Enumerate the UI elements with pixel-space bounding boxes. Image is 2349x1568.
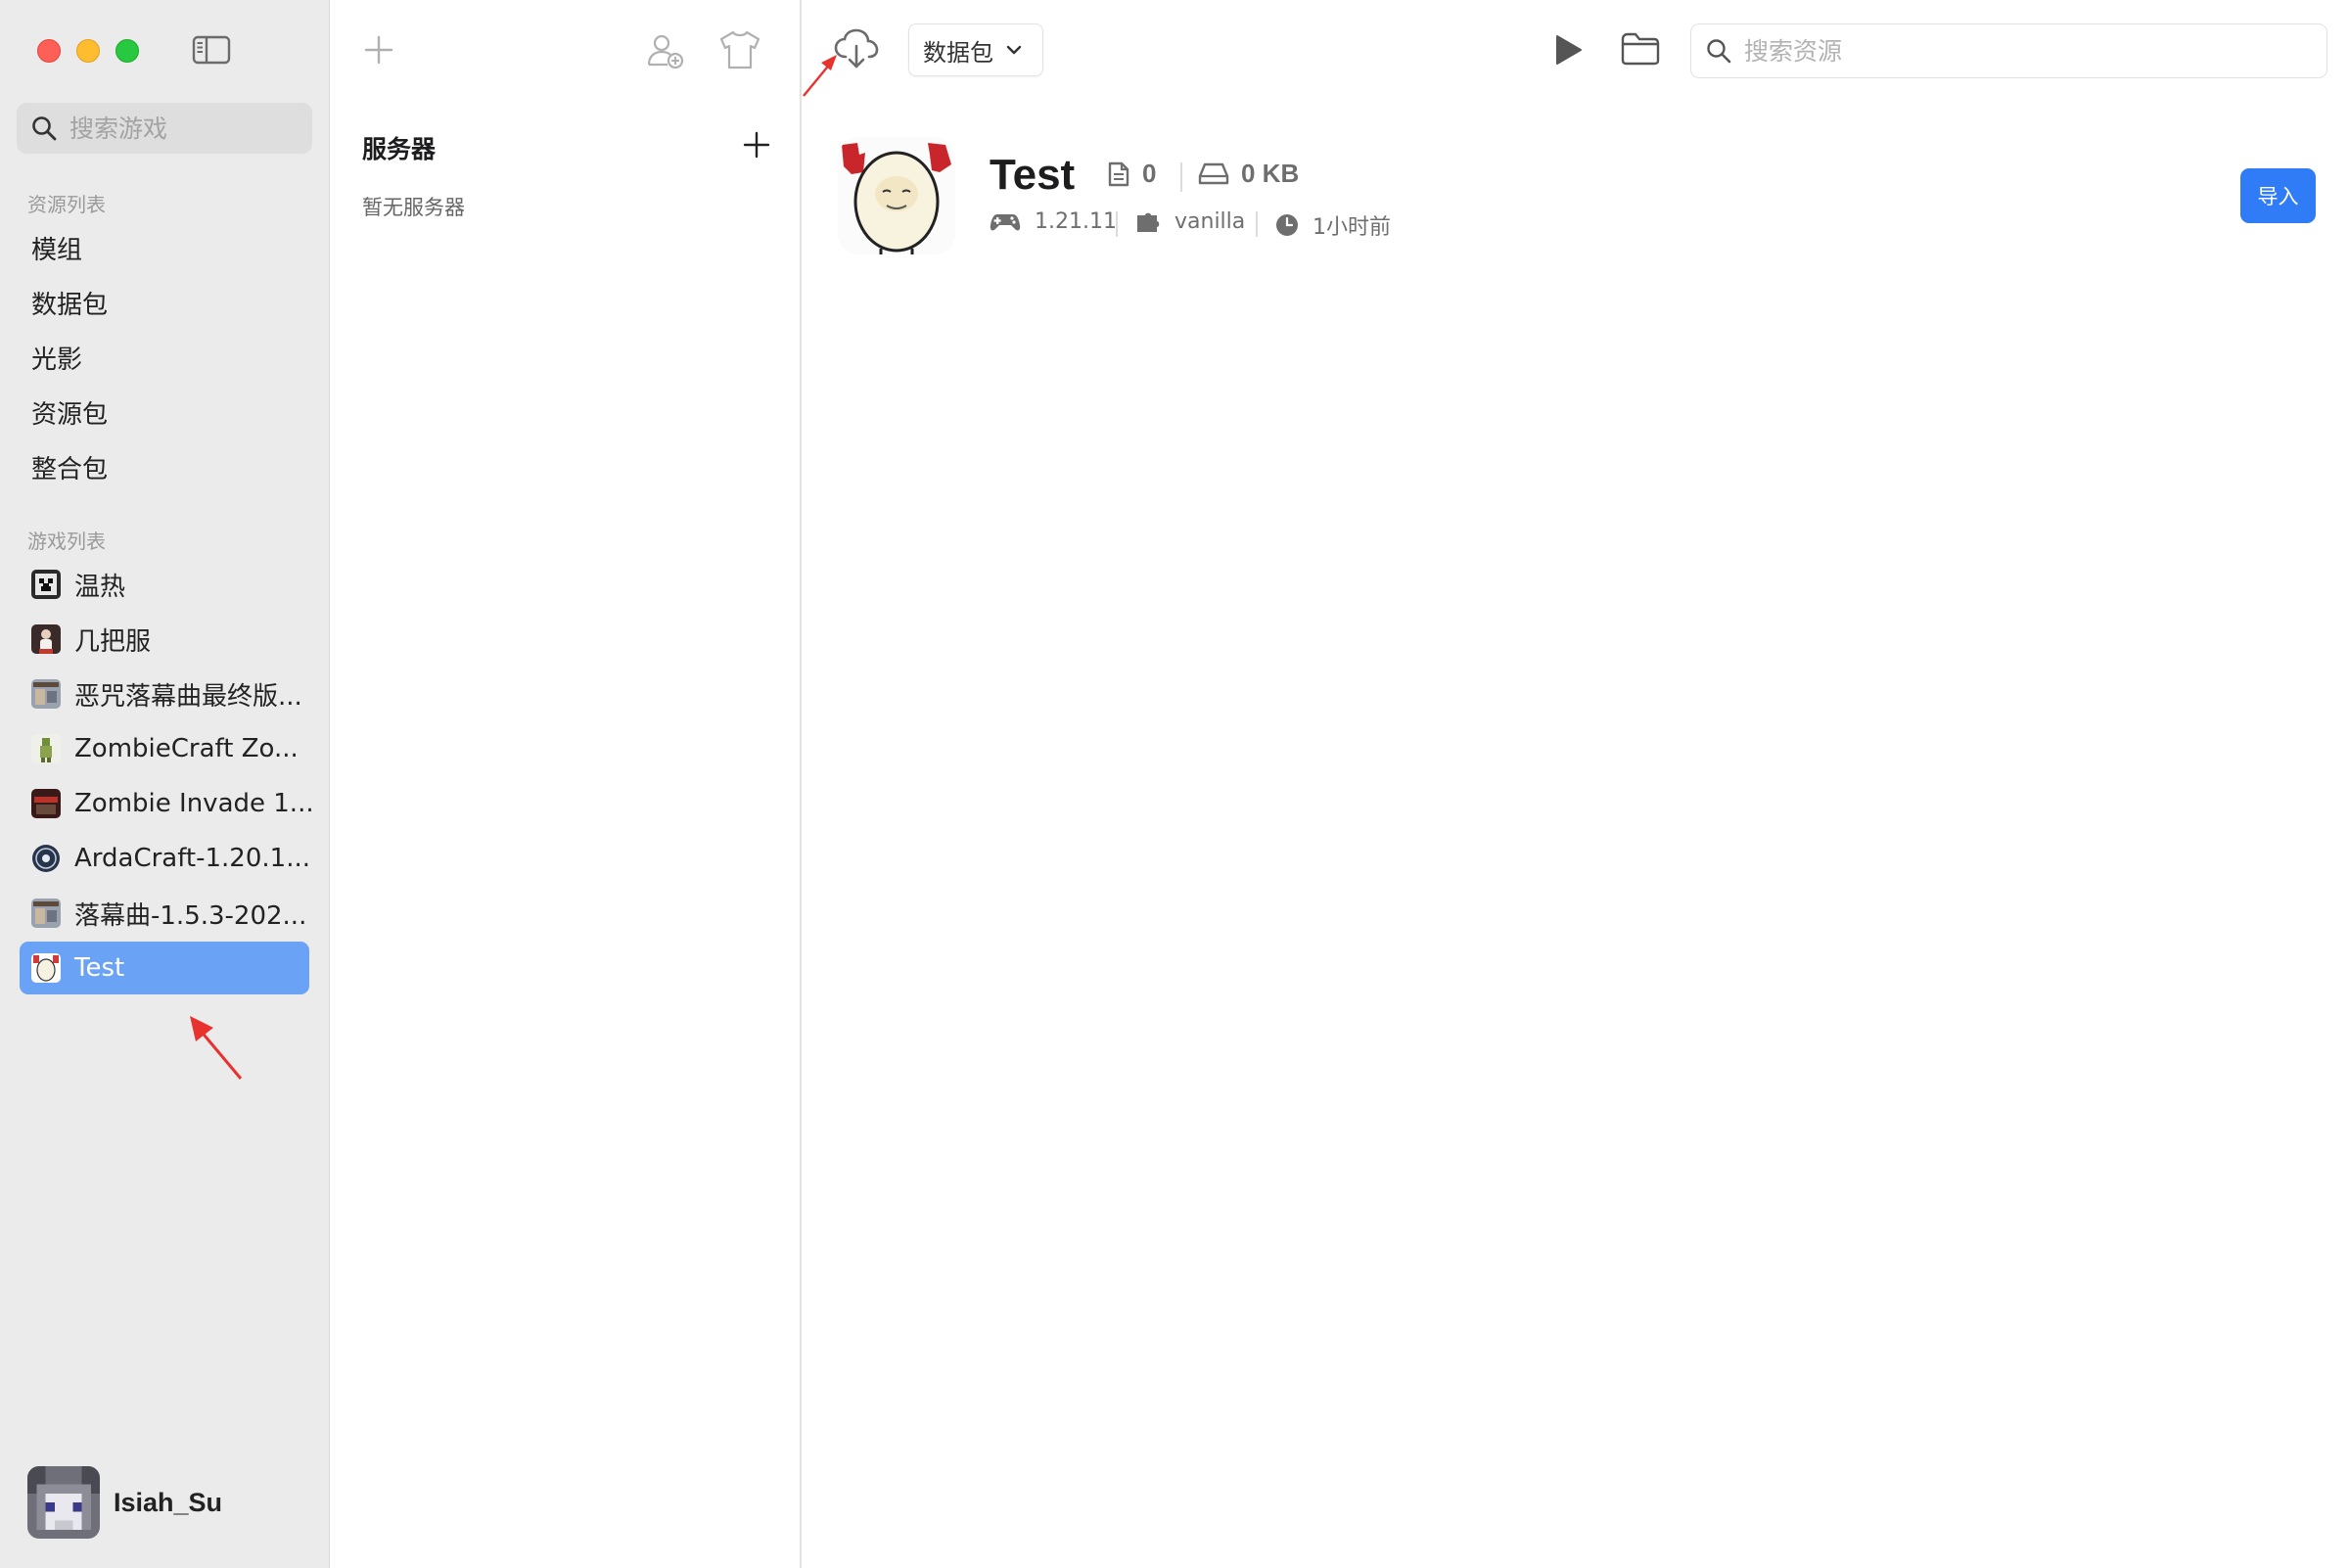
sidebar-item-modpacks[interactable]: 整合包 [20, 440, 311, 493]
servers-title: 服务器 [362, 135, 437, 163]
add-server-icon[interactable] [742, 130, 771, 160]
file-count-value: 0 [1142, 159, 1157, 188]
sidebar-item-label: 数据包 [31, 290, 109, 320]
meta-divider [1116, 211, 1118, 237]
version-meta: 1.21.11 [990, 209, 1117, 234]
sidebar-item-label: 整合包 [31, 454, 109, 484]
last-played-value: 1小时前 [1313, 215, 1391, 240]
skin-shirt-icon[interactable] [717, 29, 762, 70]
puzzle-plugin-icon [1137, 212, 1160, 232]
zombie-icon [31, 734, 61, 763]
modpack-icon [31, 679, 61, 709]
game-icon-egg [838, 137, 955, 254]
game-item-label: 几把服 [74, 626, 152, 657]
game-item-test[interactable]: Test [20, 942, 309, 994]
size-stat: 0 KB [1198, 159, 1299, 189]
version-value: 1.21.11 [1035, 209, 1117, 234]
sidebar-item-mods[interactable]: 模组 [20, 221, 311, 274]
game-item-label: 落幕曲-1.5.3-202... [74, 900, 307, 931]
folder-icon[interactable] [1620, 31, 1661, 67]
figure-icon [31, 624, 61, 654]
file-icon [1108, 161, 1129, 186]
resource-search-input[interactable] [1744, 36, 2292, 66]
sidebar-item-label: 模组 [31, 235, 83, 265]
game-item-ezhou[interactable]: 恶咒落幕曲最终版... [20, 668, 309, 720]
app-window: 资源列表 模组 数据包 光影 资源包 整合包 游戏列表 温热 几把服 [0, 0, 2349, 1568]
game-item-label: Zombie Invade 1... [74, 789, 314, 818]
creeper-icon [31, 570, 61, 599]
egg-icon [31, 953, 61, 983]
games-section-label: 游戏列表 [27, 530, 106, 553]
sidebar-item-label: 光影 [31, 345, 83, 375]
game-search-input[interactable] [69, 114, 295, 143]
meta-divider [1256, 211, 1258, 237]
clock-icon [1276, 214, 1298, 236]
annotation-arrow [803, 55, 837, 97]
user-profile[interactable]: Isiah_Su [27, 1466, 222, 1539]
minimize-window-button[interactable] [76, 39, 100, 63]
username: Isiah_Su [114, 1487, 223, 1517]
sidebar-item-resourcepacks[interactable]: 资源包 [20, 386, 311, 438]
add-account-icon[interactable] [646, 31, 685, 70]
game-item-jibafu[interactable]: 几把服 [20, 613, 309, 666]
size-value: 0 KB [1241, 159, 1300, 188]
sidebar-item-shaders[interactable]: 光影 [20, 331, 311, 384]
annotation-arrow [190, 1016, 243, 1080]
game-item-label: ZombieCraft Zo... [74, 734, 299, 763]
game-item-wenre[interactable]: 温热 [20, 558, 309, 611]
import-button[interactable]: 导入 [2240, 168, 2316, 223]
search-icon [32, 116, 57, 141]
game-search-field[interactable] [17, 103, 312, 154]
last-played-meta: 1小时前 [1275, 209, 1391, 241]
game-item-label: ArdaCraft-1.20.1... [74, 844, 310, 873]
game-item-ardacraft[interactable]: ArdaCraft-1.20.1... [20, 832, 310, 885]
sidebar-item-datapacks[interactable]: 数据包 [20, 276, 311, 329]
game-item-label: 恶咒落幕曲最终版... [74, 681, 302, 712]
stat-divider [1180, 162, 1182, 192]
play-icon[interactable] [1551, 33, 1585, 67]
empty-servers-text: 暂无服务器 [362, 196, 465, 219]
game-item-zombiecraft[interactable]: ZombieCraft Zo... [20, 722, 309, 775]
loader-value: vanilla [1174, 209, 1246, 234]
server-pane: 服务器 暂无服务器 [331, 0, 802, 1568]
search-icon [1707, 39, 1731, 64]
avatar [27, 1466, 100, 1539]
gamepad-icon [990, 213, 1021, 230]
invade-icon [31, 789, 61, 818]
resource-type-value: 数据包 [923, 38, 993, 67]
game-item-luomuqu[interactable]: 落幕曲-1.5.3-202... [20, 887, 309, 940]
game-item-zombie-invade[interactable]: Zombie Invade 1... [20, 777, 314, 830]
add-icon[interactable] [362, 33, 395, 67]
traffic-lights [37, 39, 139, 63]
modpack-icon [31, 899, 61, 928]
resources-section-label: 资源列表 [27, 193, 106, 216]
game-item-label: 温热 [74, 572, 126, 602]
game-title: Test [990, 151, 1076, 199]
sidebar-item-label: 资源包 [31, 399, 109, 430]
zoom-window-button[interactable] [115, 39, 139, 63]
main-content: 数据包 搜索资源 Test 0 0 KB 1.21.11 vanilla 1小时… [803, 0, 2349, 1568]
close-window-button[interactable] [37, 39, 61, 63]
file-count-stat: 0 [1107, 159, 1156, 189]
resource-search-field[interactable] [1690, 23, 2327, 78]
loader-meta: vanilla [1135, 209, 1245, 234]
sidebar: 资源列表 模组 数据包 光影 资源包 整合包 游戏列表 温热 几把服 [0, 0, 330, 1568]
sidebar-toggle-icon[interactable] [192, 35, 231, 65]
game-item-label: Test [74, 953, 125, 983]
arda-icon [32, 845, 60, 872]
resource-type-select[interactable]: 数据包 [908, 23, 1043, 76]
chevron-down-icon [1006, 45, 1022, 55]
storage-drive-icon [1198, 162, 1229, 184]
